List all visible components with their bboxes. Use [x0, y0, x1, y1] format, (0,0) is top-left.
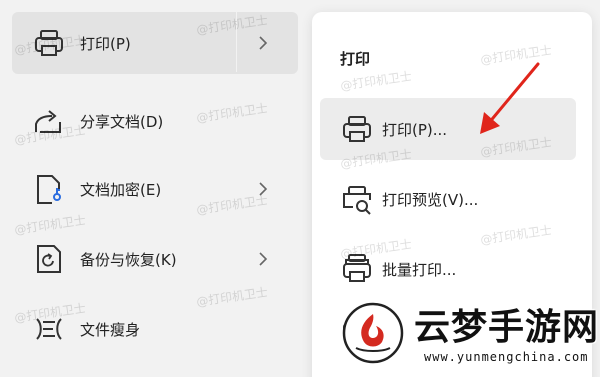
submenu-item-label: 打印预览(V)...	[382, 190, 479, 209]
red-arrow-annotation	[480, 62, 540, 134]
menu-item-label: 文档加密(E)	[80, 180, 162, 199]
site-logo: 云梦手游网 www.yunmengchina.com	[332, 290, 600, 377]
submenu-title: 打印	[340, 50, 371, 68]
submenu-item-label: 打印(P)...	[382, 120, 448, 139]
menu-item-encrypt[interactable]: 文档加密(E)	[12, 158, 298, 220]
logo-name: 云梦手游网	[414, 307, 600, 348]
logo-url: www.yunmengchina.com	[424, 350, 589, 364]
chevron-right-icon	[259, 252, 268, 266]
print-preview-icon	[343, 186, 371, 215]
menu-item-share[interactable]: 分享文档(D)	[12, 90, 298, 152]
document-lock-icon	[37, 175, 61, 204]
menu-item-label: 备份与恢复(K)	[80, 250, 177, 269]
backup-restore-icon	[37, 245, 61, 273]
menu-item-backup[interactable]: 备份与恢复(K)	[12, 228, 298, 290]
menu-item-label: 文件瘦身	[80, 320, 141, 339]
submenu-item-print-preview[interactable]: 打印预览(V)...	[320, 168, 576, 230]
menu-item-label: 分享文档(D)	[80, 112, 164, 131]
chevron-right-icon	[259, 36, 268, 50]
submenu-item-label: 批量打印...	[382, 260, 457, 279]
logo-badge-icon	[342, 302, 404, 364]
menu-item-label: 打印(P)	[80, 34, 131, 53]
printer-icon	[343, 116, 371, 142]
